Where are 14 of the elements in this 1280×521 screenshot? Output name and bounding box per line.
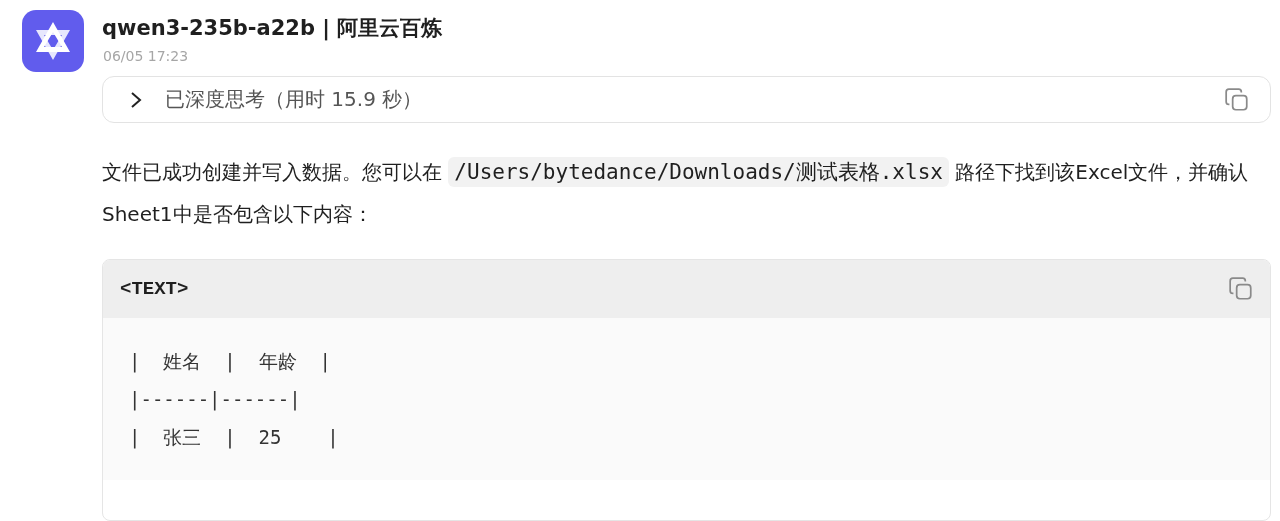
code-line: | 张三 | 25 | [129,425,340,451]
code-line: | 姓名 | 年龄 | [129,349,332,375]
logo-icon [22,10,84,72]
code-line: |------|------| [129,387,302,413]
thinking-toggle[interactable]: 已深度思考（用时 15.9 秒） [102,76,1271,123]
copy-icon[interactable] [1228,276,1254,302]
sender-name: qwen3-235b-a22b | 阿里云百炼 [102,15,444,42]
message-time: 06/05 17:23 [103,48,190,64]
inline-code: /Users/bytedance/Downloads/测试表格.xlsx [448,157,949,187]
code-language: <TEXT> [120,278,189,300]
answer-text: 文件已成功创建并写入数据。您可以在 /Users/bytedance/Downloads/测试表格.xlsx 路径下找到该Excel文件，并确认Sheet1中是否包含以下内容： [102,151,1271,235]
copy-icon[interactable] [1224,86,1250,113]
chevron-icon [129,90,143,109]
thinking-label: 已深度思考（用时 15.9 秒） [165,86,424,113]
